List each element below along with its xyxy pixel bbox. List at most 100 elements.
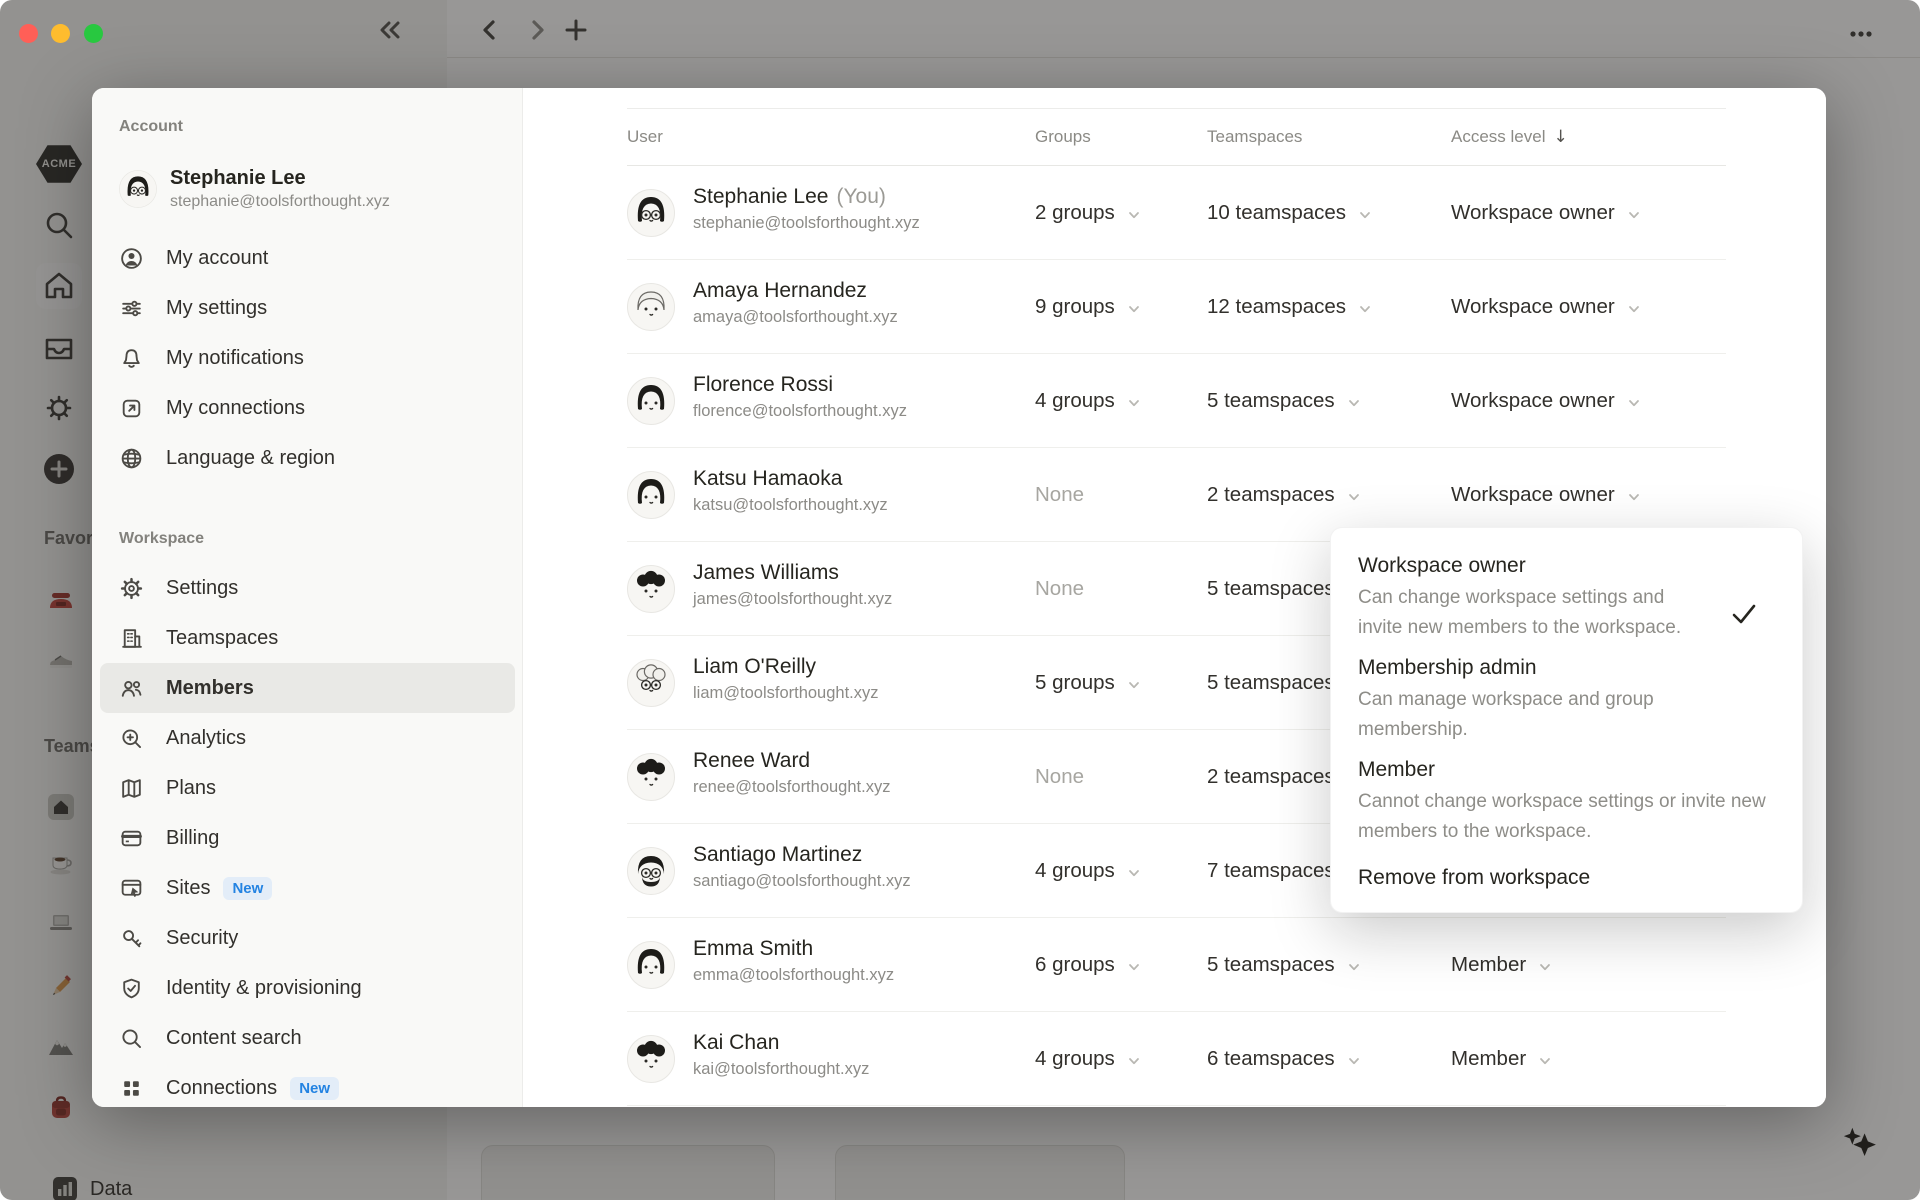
access-dropdown[interactable]: Workspace owner — [1451, 166, 1642, 259]
sidebar-item-connections[interactable]: Connections New — [100, 1063, 515, 1107]
chevron-down-icon[interactable] — [1537, 1051, 1553, 1067]
magnifier-plus-icon — [119, 726, 144, 751]
chevron-down-icon[interactable] — [1126, 675, 1142, 691]
close-button[interactable] — [19, 24, 38, 43]
teamspaces-dropdown[interactable]: 12 teamspaces — [1207, 260, 1373, 353]
user-name: Amaya Hernandez — [693, 279, 867, 302]
workspace-menu: Settings Teamspaces Members Analytics Plans B… — [100, 563, 515, 1107]
groups-dropdown[interactable]: 5 groups — [1035, 636, 1142, 729]
sidebar-item-settings[interactable]: Settings — [100, 563, 515, 613]
user-cell: Stephanie Lee (You) stephanie@toolsforthou… — [693, 183, 920, 234]
chevron-down-icon[interactable] — [1126, 299, 1142, 315]
avatar — [627, 377, 675, 425]
groups-dropdown[interactable]: 2 groups — [1035, 166, 1142, 259]
user-email: liam@toolsforthought.xyz — [693, 684, 879, 702]
access-value: Workspace owner — [1451, 482, 1615, 506]
user-cell: Amaya Hernandez amaya@toolsforthought.xyz — [693, 277, 898, 328]
sidebar-item-analytics[interactable]: Analytics — [100, 713, 515, 763]
groups-dropdown[interactable]: 4 groups — [1035, 1012, 1142, 1105]
teamspaces-dropdown[interactable]: 5 teamspaces — [1207, 918, 1362, 1011]
avatar — [627, 1035, 675, 1083]
groups-dropdown[interactable]: 9 groups — [1035, 260, 1142, 353]
groups-dropdown[interactable]: 4 groups — [1035, 824, 1142, 917]
workspace-section-heading: Workspace — [119, 530, 205, 547]
chevron-down-icon[interactable] — [1626, 487, 1642, 503]
zoom-button[interactable] — [84, 24, 103, 43]
user-cell: Liam O'Reilly liam@toolsforthought.xyz — [693, 653, 879, 704]
app-window: ACME Favorites Teamspaces — [0, 0, 1920, 1200]
chevron-down-icon[interactable] — [1126, 863, 1142, 879]
chevron-down-icon[interactable] — [1626, 205, 1642, 221]
settings-sidebar: Account Stephanie Lee stephanie@toolsfor… — [92, 88, 523, 1107]
minimize-button[interactable] — [51, 24, 70, 43]
sidebar-item-my-account[interactable]: My account — [100, 233, 515, 283]
account-profile: Stephanie Lee stephanie@toolsforthought.… — [119, 166, 390, 212]
menu-option-member[interactable]: Member Cannot change workspace settings o… — [1358, 756, 1778, 847]
column-header-access-level[interactable]: Access level ↓ — [1451, 109, 1568, 165]
teamspaces-dropdown[interactable]: 5 teamspaces — [1207, 354, 1362, 447]
menu-option-remove-from-workspace[interactable]: Remove from workspace — [1358, 866, 1778, 890]
avatar — [119, 170, 157, 208]
groups-dropdown[interactable]: None — [1035, 542, 1084, 635]
user-email: katsu@toolsforthought.xyz — [693, 496, 888, 514]
teamspaces-dropdown[interactable]: 6 teamspaces — [1207, 1012, 1362, 1105]
groups-value: 6 groups — [1035, 952, 1115, 976]
user-cell: Emma Smith emma@toolsforthought.xyz — [693, 935, 894, 986]
access-dropdown[interactable]: Workspace owner — [1451, 354, 1642, 447]
sidebar-item-members[interactable]: Members — [100, 663, 515, 713]
sidebar-item-sites[interactable]: Sites New — [100, 863, 515, 913]
groups-dropdown[interactable]: None — [1035, 730, 1084, 823]
sidebar-item-billing[interactable]: Billing — [100, 813, 515, 863]
groups-dropdown[interactable]: 4 groups — [1035, 354, 1142, 447]
column-header-groups[interactable]: Groups — [1035, 109, 1091, 165]
user-email: renee@toolsforthought.xyz — [693, 778, 891, 796]
teamspaces-value: 2 teamspaces — [1207, 764, 1335, 788]
sidebar-item-identity-provisioning[interactable]: Identity & provisioning — [100, 963, 515, 1013]
menu-option-membership-admin[interactable]: Membership admin Can manage workspace and… — [1358, 654, 1778, 745]
chevron-down-icon[interactable] — [1626, 393, 1642, 409]
groups-dropdown[interactable]: 6 groups — [1035, 918, 1142, 1011]
sidebar-item-content-search[interactable]: Content search — [100, 1013, 515, 1063]
avatar — [627, 283, 675, 331]
sidebar-item-my-notifications[interactable]: My notifications — [100, 333, 515, 383]
user-email: kai@toolsforthought.xyz — [693, 1060, 870, 1078]
chevron-down-icon[interactable] — [1126, 1051, 1142, 1067]
chevron-down-icon[interactable] — [1357, 205, 1373, 221]
groups-value: 9 groups — [1035, 294, 1115, 318]
sidebar-item-my-connections[interactable]: My connections — [100, 383, 515, 433]
groups-dropdown[interactable]: None — [1035, 448, 1084, 541]
bell-icon — [119, 346, 144, 371]
you-label: (You) — [836, 185, 886, 208]
user-name: Katsu Hamaoka — [693, 467, 843, 490]
sidebar-item-language-region[interactable]: Language & region — [100, 433, 515, 483]
sidebar-item-security[interactable]: Security — [100, 913, 515, 963]
chevron-down-icon[interactable] — [1346, 957, 1362, 973]
avatar — [627, 847, 675, 895]
access-dropdown[interactable]: Member — [1451, 1012, 1553, 1105]
teamspaces-dropdown[interactable]: 10 teamspaces — [1207, 166, 1373, 259]
chevron-down-icon[interactable] — [1126, 957, 1142, 973]
chevron-down-icon[interactable] — [1346, 487, 1362, 503]
column-header-teamspaces[interactable]: Teamspaces — [1207, 109, 1302, 165]
chevron-down-icon[interactable] — [1357, 299, 1373, 315]
column-header-user[interactable]: User — [627, 109, 663, 165]
access-dropdown[interactable]: Workspace owner — [1451, 260, 1642, 353]
sidebar-item-teamspaces[interactable]: Teamspaces — [100, 613, 515, 663]
avatar — [627, 753, 675, 801]
sidebar-item-plans[interactable]: Plans — [100, 763, 515, 813]
chevron-down-icon[interactable] — [1346, 393, 1362, 409]
chevron-down-icon[interactable] — [1126, 393, 1142, 409]
menu-option-workspace-owner[interactable]: Workspace owner Can change workspace sett… — [1358, 552, 1778, 643]
chevron-down-icon[interactable] — [1537, 957, 1553, 973]
user-name: Liam O'Reilly — [693, 655, 817, 678]
access-dropdown[interactable]: Member — [1451, 918, 1553, 1011]
groups-value: 2 groups — [1035, 200, 1115, 224]
chevron-down-icon[interactable] — [1346, 1051, 1362, 1067]
sidebar-item-my-settings[interactable]: My settings — [100, 283, 515, 333]
chevron-down-icon[interactable] — [1626, 299, 1642, 315]
user-cell: Kai Chan kai@toolsforthought.xyz — [693, 1029, 869, 1080]
chevron-down-icon[interactable] — [1126, 205, 1142, 221]
user-email: santiago@toolsforthought.xyz — [693, 872, 911, 890]
avatar — [627, 189, 675, 237]
people-icon — [119, 676, 144, 701]
